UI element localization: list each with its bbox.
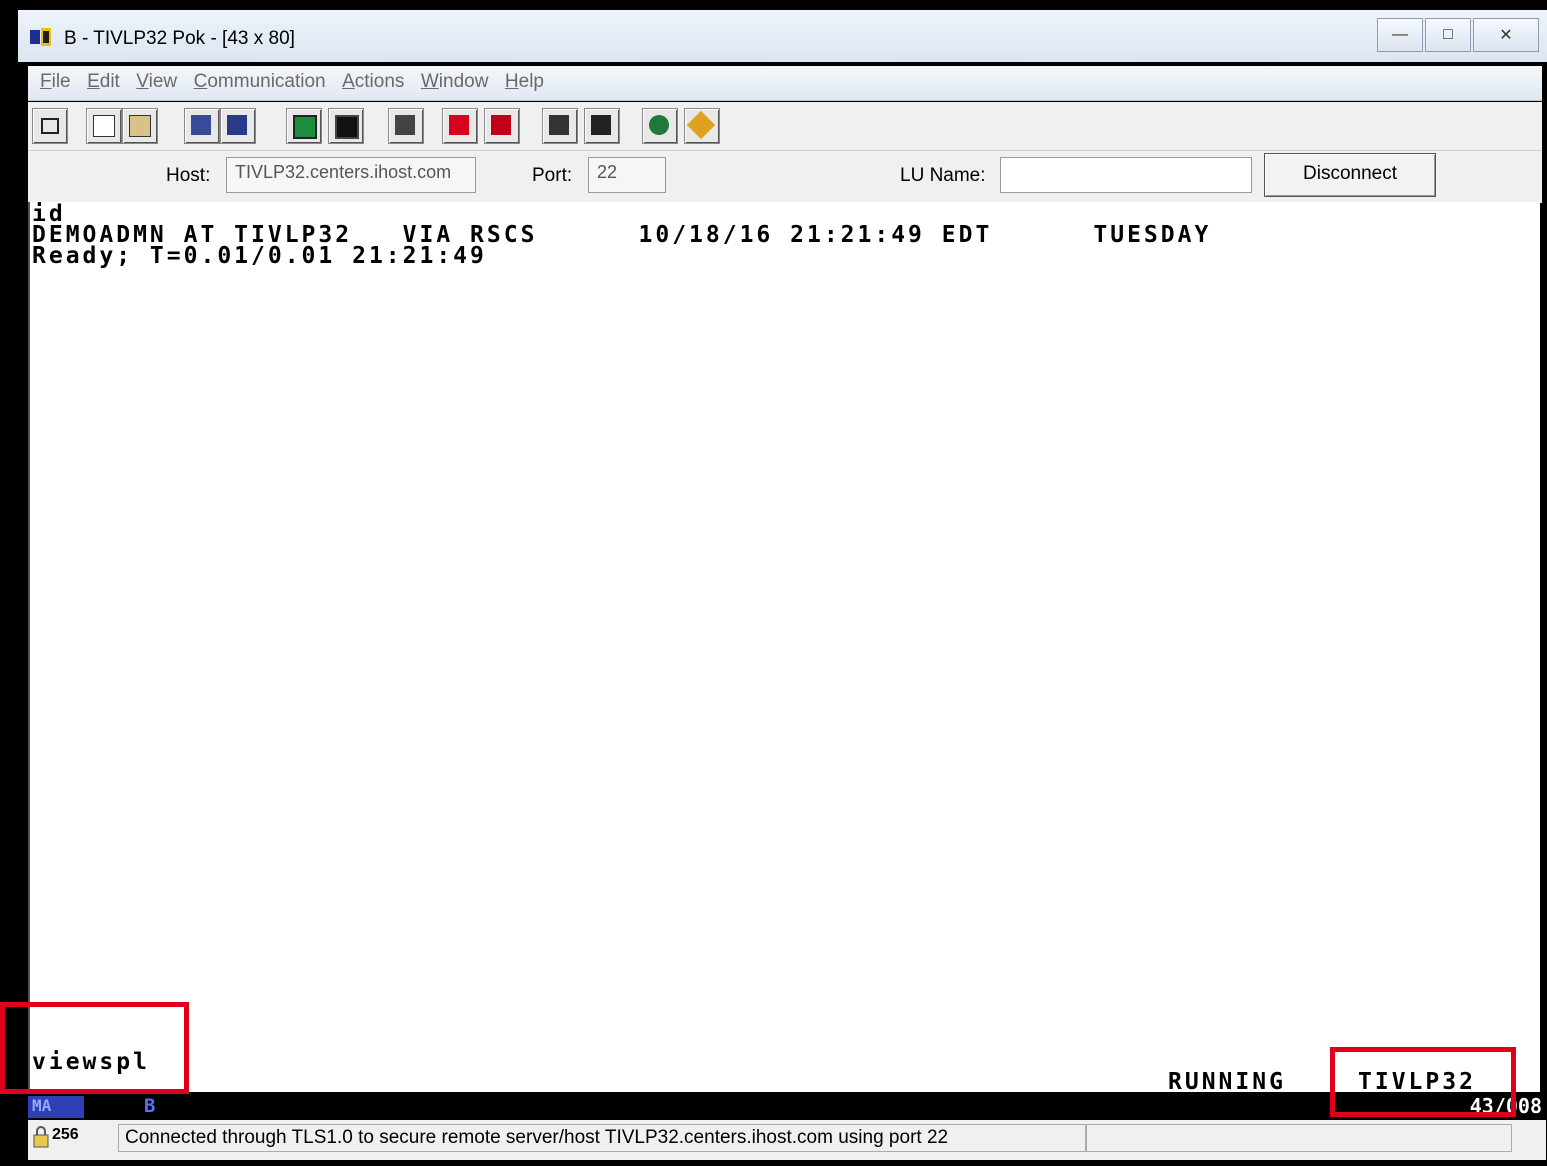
disconnect-button[interactable]: Disconnect <box>1264 153 1436 197</box>
keypad-icon <box>293 115 317 139</box>
record-macro-icon <box>449 115 469 135</box>
menu-window[interactable]: Window <box>421 71 489 93</box>
encryption-strength: 256 <box>52 1126 79 1143</box>
status-message: Connected through TLS1.0 to secure remot… <box>118 1124 1086 1152</box>
display-button[interactable] <box>32 108 68 144</box>
oia-session: B <box>144 1095 156 1117</box>
record-macro-button[interactable] <box>442 108 478 144</box>
send-file-icon <box>191 115 211 135</box>
receive-file-button[interactable] <box>220 108 256 144</box>
lock-icon <box>32 1126 50 1148</box>
port-label: Port: <box>532 165 573 186</box>
operator-info-area: MA B 43/008 <box>28 1092 1546 1120</box>
menu-communication[interactable]: Communication <box>194 71 326 93</box>
connection-bar: Host: TIVLP32.centers.ihost.com Port: 22… <box>28 150 1542 203</box>
oia-mode: MA <box>28 1096 84 1118</box>
menu-view[interactable]: View <box>136 71 177 93</box>
paste-icon <box>129 115 151 137</box>
stop-macro-button[interactable] <box>484 108 520 144</box>
globe-icon <box>649 115 669 135</box>
run-status: RUNNING <box>1168 1069 1286 1095</box>
highlight-box-system <box>1330 1047 1516 1117</box>
maximize-icon: □ <box>1443 26 1453 43</box>
keyboard-icon <box>395 115 415 135</box>
window-controls: — □ ✕ <box>1375 18 1539 52</box>
tag-button[interactable] <box>684 108 720 144</box>
status-bar: 256 Connected through TLS1.0 to secure r… <box>28 1120 1546 1160</box>
playback-icon <box>591 115 611 135</box>
send-file-button[interactable] <box>184 108 220 144</box>
lu-name-field[interactable] <box>1000 157 1252 193</box>
menu-bar: File Edit View Communication Actions Win… <box>28 66 1542 101</box>
globe-button[interactable] <box>642 108 678 144</box>
play-macro-icon <box>549 115 569 135</box>
highlight-box-command <box>0 1002 189 1094</box>
menu-file[interactable]: File <box>40 71 71 93</box>
host-label: Host: <box>166 165 211 186</box>
close-button[interactable]: ✕ <box>1473 18 1539 52</box>
display-icon <box>41 118 59 134</box>
lu-name-label: LU Name: <box>900 165 986 186</box>
stop-macro-icon <box>491 115 511 135</box>
menu-edit[interactable]: Edit <box>87 71 120 93</box>
keyboard-button[interactable] <box>388 108 424 144</box>
status-secondary <box>1086 1124 1512 1152</box>
copy-icon <box>93 115 115 137</box>
copy-button[interactable] <box>86 108 122 144</box>
host-field[interactable]: TIVLP32.centers.ihost.com <box>226 157 476 193</box>
playback-button[interactable] <box>584 108 620 144</box>
menu-help[interactable]: Help <box>505 71 544 93</box>
tag-icon <box>686 110 716 140</box>
toolbar <box>28 102 1542 150</box>
terminal-line-3: Ready; T=0.01/0.01 21:21:49 <box>32 243 487 269</box>
macro-icon <box>335 115 359 139</box>
macro-button[interactable] <box>328 108 364 144</box>
terminal-screen[interactable]: id DEMOADMN AT TIVLP32 VIA RSCS 10/18/16… <box>28 202 1540 1095</box>
close-icon: ✕ <box>1499 27 1513 44</box>
minimize-icon: — <box>1392 26 1408 43</box>
window-title: B - TIVLP32 Pok - [43 x 80] <box>64 28 295 49</box>
minimize-button[interactable]: — <box>1377 18 1423 52</box>
title-bar: B - TIVLP32 Pok - [43 x 80] — □ ✕ <box>18 10 1547 62</box>
maximize-button[interactable]: □ <box>1425 18 1471 52</box>
play-macro-button[interactable] <box>542 108 578 144</box>
paste-button[interactable] <box>122 108 158 144</box>
receive-file-icon <box>227 115 247 135</box>
port-field[interactable]: 22 <box>588 157 666 193</box>
app-icon <box>30 28 52 46</box>
keypad-button[interactable] <box>286 108 322 144</box>
menu-actions[interactable]: Actions <box>342 71 404 93</box>
